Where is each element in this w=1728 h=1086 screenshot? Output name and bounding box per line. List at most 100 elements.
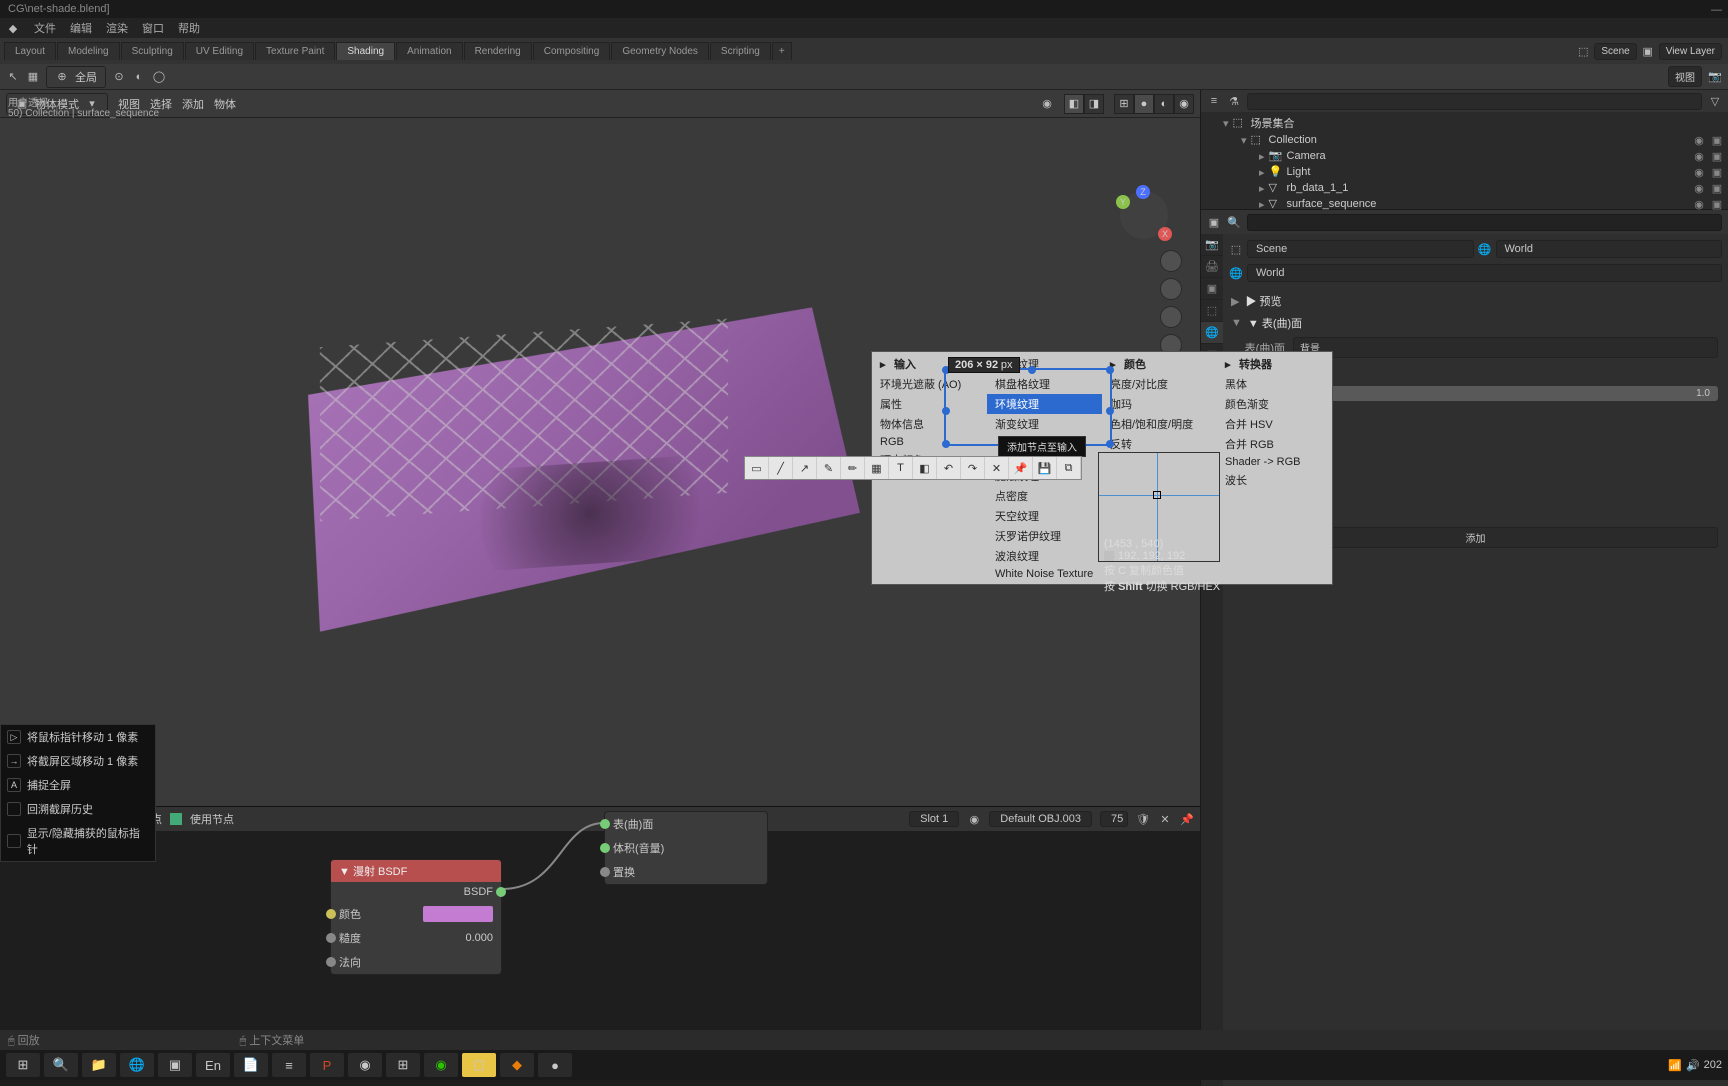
tb-notes[interactable]: 📄 bbox=[234, 1053, 268, 1077]
mi-combrgb[interactable]: 合并 RGB bbox=[1217, 434, 1332, 454]
menu-cat-input[interactable]: 输入 bbox=[894, 356, 916, 372]
surface-shader-dd[interactable]: 背景 bbox=[1293, 337, 1718, 358]
tb-rec[interactable]: ● bbox=[538, 1053, 572, 1077]
ol-rbdata[interactable]: rb_data_1_1 bbox=[1287, 182, 1349, 194]
mi-invert[interactable]: 反转 bbox=[1102, 434, 1217, 454]
mi-shader2rgb[interactable]: Shader -> RGB bbox=[1217, 454, 1332, 470]
material-selector[interactable]: Default OBJ.003 bbox=[989, 811, 1092, 827]
tb-folder[interactable]: 📁 bbox=[82, 1053, 116, 1077]
tab-sculpting[interactable]: Sculpting bbox=[121, 42, 184, 60]
menu-cat-color[interactable]: 颜色 bbox=[1124, 356, 1146, 372]
socket-color[interactable] bbox=[326, 909, 336, 919]
tab-uvediting[interactable]: UV Editing bbox=[185, 42, 254, 60]
socket-output[interactable] bbox=[496, 887, 506, 897]
tray-time[interactable]: 202 bbox=[1704, 1059, 1722, 1071]
tb-sticky[interactable]: ▢ bbox=[462, 1053, 496, 1077]
mi-ao[interactable]: 环境光遮蔽 (AO) bbox=[872, 374, 987, 394]
render-icon[interactable]: ▣ bbox=[1710, 134, 1724, 147]
mi-env[interactable]: 环境纹理 bbox=[987, 394, 1102, 414]
tool-text[interactable]: T bbox=[889, 457, 913, 479]
tab-geonodes[interactable]: Geometry Nodes bbox=[611, 42, 709, 60]
tb-edge[interactable]: 🌐 bbox=[120, 1053, 154, 1077]
ol-camera[interactable]: Camera bbox=[1287, 150, 1326, 162]
tb-app1[interactable]: ◉ bbox=[348, 1053, 382, 1077]
menu-window[interactable]: 窗口 bbox=[142, 20, 164, 36]
scene-selector[interactable]: Scene bbox=[1594, 43, 1636, 60]
mi-wave[interactable]: 波浪纹理 bbox=[987, 546, 1102, 566]
mi-gradient[interactable]: 渐变纹理 bbox=[987, 414, 1102, 434]
outliner-icon[interactable]: ≡ bbox=[1207, 94, 1221, 108]
panel-preview[interactable]: ▶ 预览 bbox=[1245, 293, 1281, 309]
mi-voronoi[interactable]: 沃罗诺伊纹理 bbox=[987, 526, 1102, 546]
tray-net-icon[interactable]: 📶 bbox=[1668, 1059, 1682, 1072]
outliner[interactable]: ≡ ⚗ ▽ ▾⬚场景集合 ▾⬚Collection◉▣ ▸📷Camera◉▣ ▸… bbox=[1201, 90, 1728, 210]
filter-toggle-icon[interactable]: ▽ bbox=[1708, 94, 1722, 108]
mi-blackbody[interactable]: 黑体 bbox=[1217, 374, 1332, 394]
mi-sky[interactable]: 天空纹理 bbox=[987, 506, 1102, 526]
menu-file[interactable]: 文件 bbox=[34, 20, 56, 36]
tb-app2[interactable]: ⊞ bbox=[386, 1053, 420, 1077]
tool-arrow[interactable]: ↗ bbox=[793, 457, 817, 479]
mi-whitenoise[interactable]: White Noise Texture bbox=[987, 566, 1102, 582]
axis-x[interactable]: X bbox=[1158, 227, 1172, 241]
close-icon[interactable]: ✕ bbox=[1158, 812, 1172, 826]
prop-tab-viewlayer[interactable]: ▣ bbox=[1201, 278, 1223, 300]
mi-combhsv[interactable]: 合并 HSV bbox=[1217, 414, 1332, 434]
node-header[interactable]: ▼ 漫射 BSDF bbox=[331, 860, 501, 882]
pan-button[interactable] bbox=[1160, 278, 1182, 300]
menu-edit[interactable]: 编辑 bbox=[70, 20, 92, 36]
ol-light[interactable]: Light bbox=[1287, 166, 1311, 178]
start-button[interactable]: ⊞ bbox=[6, 1053, 40, 1077]
tab-animation[interactable]: Animation bbox=[396, 42, 462, 60]
tool-pin[interactable]: 📌 bbox=[1009, 457, 1033, 479]
tab-rendering[interactable]: Rendering bbox=[464, 42, 532, 60]
tb-search[interactable]: 🔍 bbox=[44, 1053, 78, 1077]
socket-roughness[interactable] bbox=[326, 933, 336, 943]
os-taskbar[interactable]: ⊞ 🔍 📁 🌐 ▣ En 📄 ≡ P ◉ ⊞ ◉ ▢ ◆ ● 📶 🔊 202 bbox=[0, 1050, 1728, 1080]
overlays-toggle[interactable]: ◧ bbox=[1064, 94, 1084, 114]
matprev-mode[interactable]: ◐ bbox=[1154, 94, 1174, 114]
xray-toggle[interactable]: ◨ bbox=[1084, 94, 1104, 114]
zoom-button[interactable] bbox=[1160, 250, 1182, 272]
socket-normal[interactable] bbox=[326, 957, 336, 967]
viewlayer-selector[interactable]: View Layer bbox=[1659, 43, 1722, 60]
cursor-icon[interactable]: ↖ bbox=[6, 70, 20, 84]
props-search[interactable] bbox=[1247, 214, 1722, 231]
color-swatch[interactable] bbox=[423, 906, 493, 922]
pin-icon[interactable]: 📌 bbox=[1180, 812, 1194, 826]
world-datablock[interactable]: World bbox=[1247, 264, 1722, 282]
axis-y[interactable]: Y bbox=[1116, 195, 1130, 209]
proportional-icon[interactable]: ◯ bbox=[152, 70, 166, 84]
mi-objinfo[interactable]: 物体信息 bbox=[872, 414, 987, 434]
socket-surface[interactable] bbox=[600, 819, 610, 829]
prop-tab-scene[interactable]: ⬚ bbox=[1201, 300, 1223, 322]
menu-cat-conv[interactable]: 转换器 bbox=[1239, 356, 1272, 372]
snap-icon[interactable]: ◐ bbox=[132, 70, 146, 84]
nav-gizmo[interactable]: Z Y X bbox=[1114, 185, 1174, 245]
tool-mosaic[interactable]: ▦ bbox=[865, 457, 889, 479]
tb-ppt[interactable]: P bbox=[310, 1053, 344, 1077]
menu-render[interactable]: 渲染 bbox=[106, 20, 128, 36]
camera-icon[interactable]: 📷 bbox=[1708, 70, 1722, 84]
minimize-icon[interactable]: — bbox=[1711, 4, 1722, 16]
tool-pen[interactable]: ✎ bbox=[817, 457, 841, 479]
scene-name[interactable]: Scene bbox=[1247, 240, 1474, 258]
screenshot-toolbar[interactable]: ▭ ╱ ↗ ✎ ✏ ▦ T ◧ ↶ ↷ ✕ 📌 💾 ⧉ bbox=[744, 456, 1082, 480]
socket-volume[interactable] bbox=[600, 843, 610, 853]
editor-type-icon[interactable]: ▣ bbox=[1207, 215, 1221, 229]
tool-undo[interactable]: ↶ bbox=[937, 457, 961, 479]
gizmo-toggle-icon[interactable]: ◉ bbox=[1040, 97, 1054, 111]
vis-icon[interactable]: ◉ bbox=[1692, 134, 1706, 147]
vp-menu-object[interactable]: 物体 bbox=[214, 96, 236, 112]
tab-scripting[interactable]: Scripting bbox=[710, 42, 771, 60]
solid-mode[interactable]: ● bbox=[1134, 94, 1154, 114]
tray-vol-icon[interactable]: 🔊 bbox=[1686, 1059, 1700, 1072]
node-diffuse-bsdf[interactable]: ▼ 漫射 BSDF BSDF 颜色 糙度0.000 法向 bbox=[330, 859, 502, 975]
vp-menu-add[interactable]: 添加 bbox=[182, 96, 204, 112]
mi-checker[interactable]: 棋盘格纹理 bbox=[987, 374, 1102, 394]
roughness-value[interactable]: 0.000 bbox=[423, 932, 493, 944]
pivot-icon[interactable]: ⊙ bbox=[112, 70, 126, 84]
tool-eraser[interactable]: ◧ bbox=[913, 457, 937, 479]
tool-redo[interactable]: ↷ bbox=[961, 457, 985, 479]
tb-term[interactable]: ▣ bbox=[158, 1053, 192, 1077]
